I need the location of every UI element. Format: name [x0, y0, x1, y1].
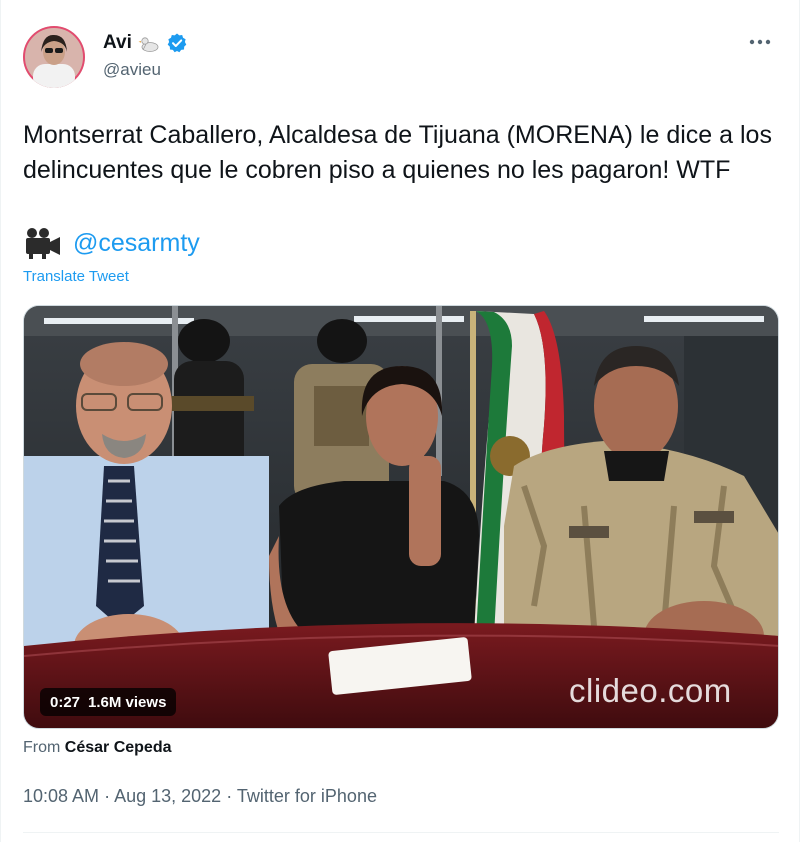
movie-camera-icon: [23, 226, 63, 260]
tweet-date-link[interactable]: Aug 13, 2022: [114, 786, 221, 806]
more-dots-icon: [749, 39, 771, 45]
attribution-line: From César Cepeda: [23, 739, 172, 757]
translate-tweet-link[interactable]: Translate Tweet: [23, 268, 129, 285]
tweet-text: Montserrat Caballero, Alcaldesa de Tijua…: [23, 121, 772, 184]
video-player[interactable]: 0:27 1.6M views clideo.com: [23, 305, 779, 729]
verified-badge-icon: [166, 32, 188, 54]
video-frame: [24, 306, 778, 728]
video-watermark: clideo.com: [569, 672, 732, 709]
attribution-source-link[interactable]: César Cepeda: [65, 739, 172, 756]
video-views: 1.6M views: [88, 693, 167, 711]
tweet-client-link[interactable]: Twitter for iPhone: [237, 786, 377, 806]
tweet-time-link[interactable]: 10:08 AM: [23, 786, 99, 806]
attribution-prefix: From: [23, 739, 61, 756]
mention-line: @cesarmty: [23, 226, 200, 260]
avatar[interactable]: [23, 26, 85, 88]
divider: [23, 832, 779, 833]
video-stats-badge: 0:27 1.6M views: [40, 688, 177, 716]
author-display-name[interactable]: Avi: [103, 32, 132, 54]
video-duration: 0:27: [50, 693, 81, 711]
author-handle[interactable]: @avieu: [103, 60, 161, 80]
meta-separator: ·: [226, 786, 233, 806]
tweet-card: Avi @avieu Montserrat Caballero, Alcalde…: [0, 0, 800, 842]
meta-separator: ·: [104, 786, 111, 806]
mention-link[interactable]: @cesarmty: [73, 229, 200, 258]
duck-icon: [138, 32, 160, 54]
tweet-meta: 10:08 AM · Aug 13, 2022 · Twitter for iP…: [23, 786, 377, 807]
avatar-photo: [23, 26, 85, 88]
author-name-row[interactable]: Avi: [103, 32, 188, 54]
more-options-button[interactable]: [745, 30, 775, 54]
